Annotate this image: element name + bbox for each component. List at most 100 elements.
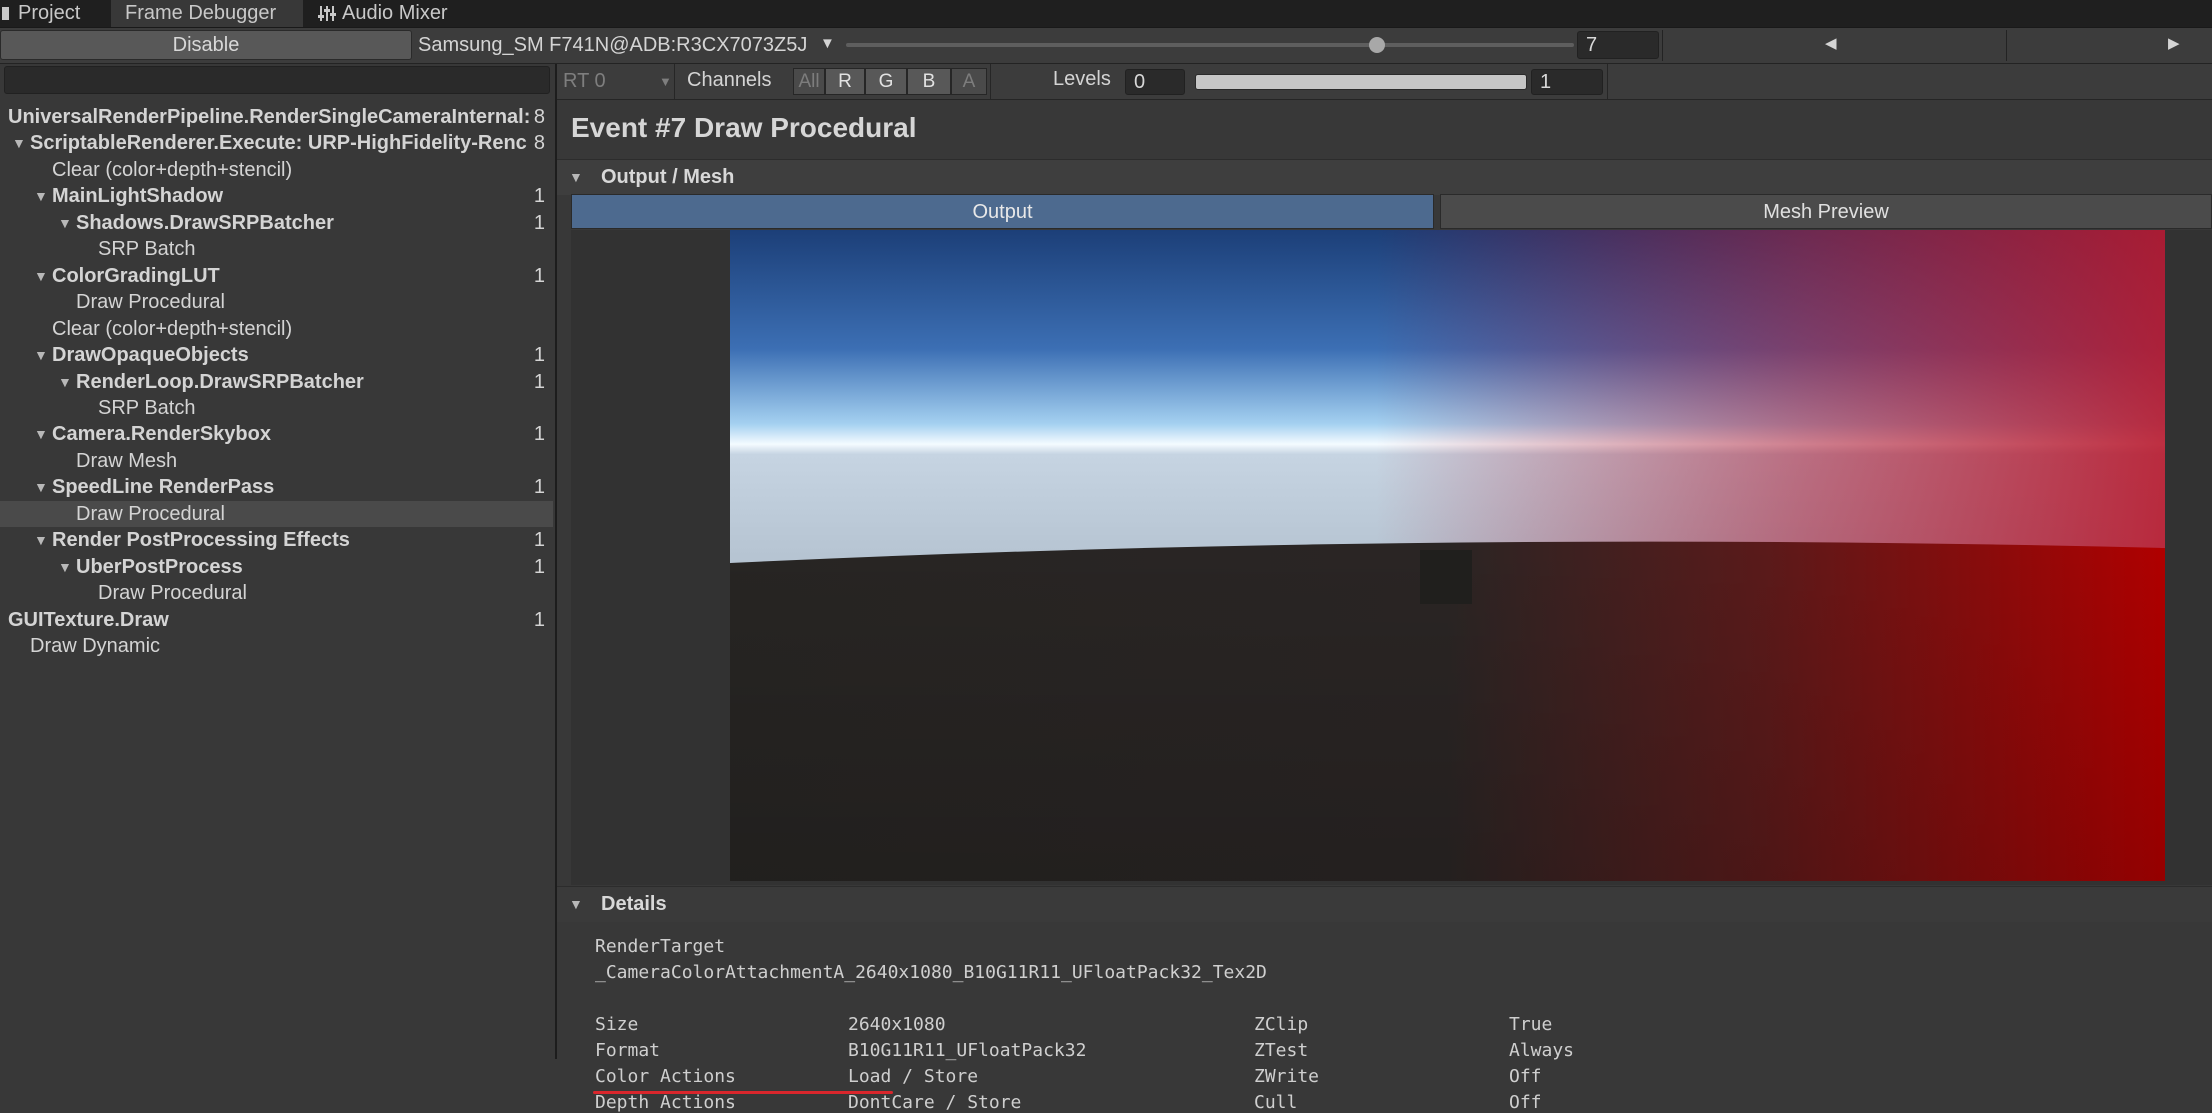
hierarchy-row[interactable]: GUITexture.Draw 1 [0,607,553,633]
hierarchy-row[interactable]: ▼ ScriptableRenderer.Execute: URP-HighFid… [0,130,553,156]
chevron-down-icon: ▼ [820,35,835,52]
foldout-expanded-icon[interactable]: ▼ [34,263,48,289]
event-hierarchy-panel: UniversalRenderPipeline.RenderSingleCame… [0,64,557,1059]
detail-key: Format [595,1040,661,1061]
hierarchy-row[interactable]: UniversalRenderPipeline.RenderSingleCame… [0,104,553,130]
disable-button[interactable]: Disable [0,30,412,60]
event-detail-panel: RT 0 ▼ Channels All R G B A Levels 0 1 E… [557,64,2212,1113]
hierarchy-row-label: Clear (color+depth+stencil) [52,317,293,340]
hierarchy-row[interactable]: ▼ Shadows.DrawSRPBatcher 1 [0,210,553,236]
foldout-expanded-icon[interactable]: ▼ [58,369,72,395]
foldout-expanded-icon[interactable]: ▼ [58,554,72,580]
output-mesh-foldout[interactable]: ▼ Output / Mesh [557,159,2212,195]
hierarchy-row-label: DrawOpaqueObjects [52,344,249,367]
hierarchy-row[interactable]: ▼ MainLightShadow 1 [0,183,553,209]
hierarchy-row[interactable]: Draw Procedural [0,580,553,606]
window-tab-strip: Project Frame Debugger Audio Mixer [0,0,2212,28]
detail-key: ZClip [1254,1014,1309,1035]
foldout-expanded-icon: ▼ [569,896,583,912]
foldout-expanded-icon[interactable]: ▼ [34,474,48,500]
device-dropdown-label: Samsung_SM F741N@ADB:R3CX7073Z5J [418,34,808,56]
tab-frame-debugger[interactable]: Frame Debugger [111,0,303,27]
tab-project-label: Project [18,2,81,24]
detail-value: Load / Store [848,1066,979,1087]
event-slider-track[interactable] [846,43,1574,47]
hierarchy-row[interactable]: Clear (color+depth+stencil) [0,316,553,342]
hierarchy-row-label: UberPostProcess [76,555,243,578]
hierarchy-row[interactable]: ▼ ColorGradingLUT 1 [0,263,553,289]
hierarchy-row-count: 1 [533,264,545,287]
toolbar-divider [1607,64,1608,99]
hierarchy-row-label: GUITexture.Draw [8,608,169,631]
render-target-value: _CameraColorAttachmentA_2640x1080_B10G11… [595,962,1267,983]
hierarchy-row[interactable]: Draw Dynamic [0,633,553,659]
levels-range-slider[interactable] [1195,74,1527,90]
levels-max-field[interactable]: 1 [1531,69,1603,95]
toolbar-divider [990,64,991,99]
hierarchy-row-count: 1 [533,370,545,393]
hierarchy-row-count: 1 [533,476,545,499]
foldout-expanded-icon[interactable]: ▼ [34,183,48,209]
detail-value: DontCare / Store [848,1092,1022,1113]
channel-g-button[interactable]: G [865,68,907,95]
hierarchy-row-label: Draw Procedural [98,582,247,605]
tab-audio-mixer[interactable]: Audio Mixer [304,0,474,27]
details-foldout[interactable]: ▼ Details [557,886,2212,922]
device-dropdown[interactable]: Samsung_SM F741N@ADB:R3CX7073Z5J ▼ [416,30,840,60]
hierarchy-row-label: MainLightShadow [52,185,224,208]
channel-b-button[interactable]: B [907,68,951,95]
detail-key: Size [595,1014,639,1035]
levels-min-field[interactable]: 0 [1125,69,1185,95]
channel-all-button[interactable]: All [793,68,825,95]
detail-key: Color Actions [595,1066,736,1087]
hierarchy-row-count: 1 [533,423,545,446]
hierarchy-row[interactable]: Draw Mesh [0,448,553,474]
channel-r-button[interactable]: R [825,68,865,95]
previous-event-button[interactable]: ◀ [1662,30,2007,61]
hierarchy-row[interactable]: ▼ Render PostProcessing Effects 1 [0,527,553,553]
detail-value: B10G11R11_UFloatPack32 [848,1040,1087,1061]
hierarchy-row[interactable]: Draw Procedural [0,289,553,315]
render-target-toolbar: RT 0 ▼ Channels All R G B A Levels 0 1 [557,64,2212,100]
hierarchy-row-label: RenderLoop.DrawSRPBatcher [76,370,364,393]
hierarchy-row[interactable]: ▼ UberPostProcess 1 [0,554,553,580]
event-slider-knob[interactable] [1369,37,1386,53]
foldout-expanded-icon[interactable]: ▼ [58,210,72,236]
next-event-button[interactable]: ▶ [2006,30,2212,61]
event-index-field[interactable]: 7 [1577,31,1659,59]
hierarchy-row[interactable]: Draw Procedural [0,500,553,527]
folder-icon [2,7,9,20]
hierarchy-row[interactable]: Clear (color+depth+stencil) [0,157,553,183]
hierarchy-row-label: SpeedLine RenderPass [52,476,275,499]
render-preview-area [571,230,2212,885]
channel-a-button[interactable]: A [951,68,987,95]
hierarchy-row[interactable]: ▼ SpeedLine RenderPass 1 [0,474,553,500]
hierarchy-row-count: 1 [533,529,545,552]
search-input[interactable] [4,66,550,94]
hierarchy-row[interactable]: ▼ RenderLoop.DrawSRPBatcher 1 [0,369,553,395]
details-header: Details [601,893,667,915]
arrow-right-icon: ▶ [2168,35,2180,52]
hierarchy-row[interactable]: SRP Batch [0,395,553,421]
hierarchy-row-label: Render PostProcessing Effects [52,529,350,552]
tab-frame-debugger-label: Frame Debugger [125,2,277,24]
foldout-expanded-icon[interactable]: ▼ [12,130,26,156]
hierarchy-row[interactable]: ▼ DrawOpaqueObjects 1 [0,342,553,368]
tab-output[interactable]: Output [571,194,1434,229]
frame-debugger-toolbar: Disable Samsung_SM F741N@ADB:R3CX7073Z5J… [0,28,2212,64]
hierarchy-row-count: 1 [533,555,545,578]
hierarchy-row-label: Draw Mesh [76,449,178,472]
detail-value: 2640x1080 [848,1014,946,1035]
levels-label: Levels [1053,68,1111,90]
tab-mesh-preview[interactable]: Mesh Preview [1440,194,2212,229]
hierarchy-row[interactable]: SRP Batch [0,236,553,262]
foldout-expanded-icon[interactable]: ▼ [34,342,48,368]
detail-value: Off [1509,1092,1542,1113]
tab-project[interactable]: Project [0,0,110,27]
foldout-expanded-icon[interactable]: ▼ [34,527,48,553]
hierarchy-row-label: Draw Procedural [76,291,225,314]
output-mesh-header: Output / Mesh [601,166,735,188]
foldout-expanded-icon[interactable]: ▼ [34,421,48,447]
hierarchy-row[interactable]: ▼ Camera.RenderSkybox 1 [0,421,553,447]
render-target-dropdown[interactable]: RT 0 ▼ [563,67,672,96]
